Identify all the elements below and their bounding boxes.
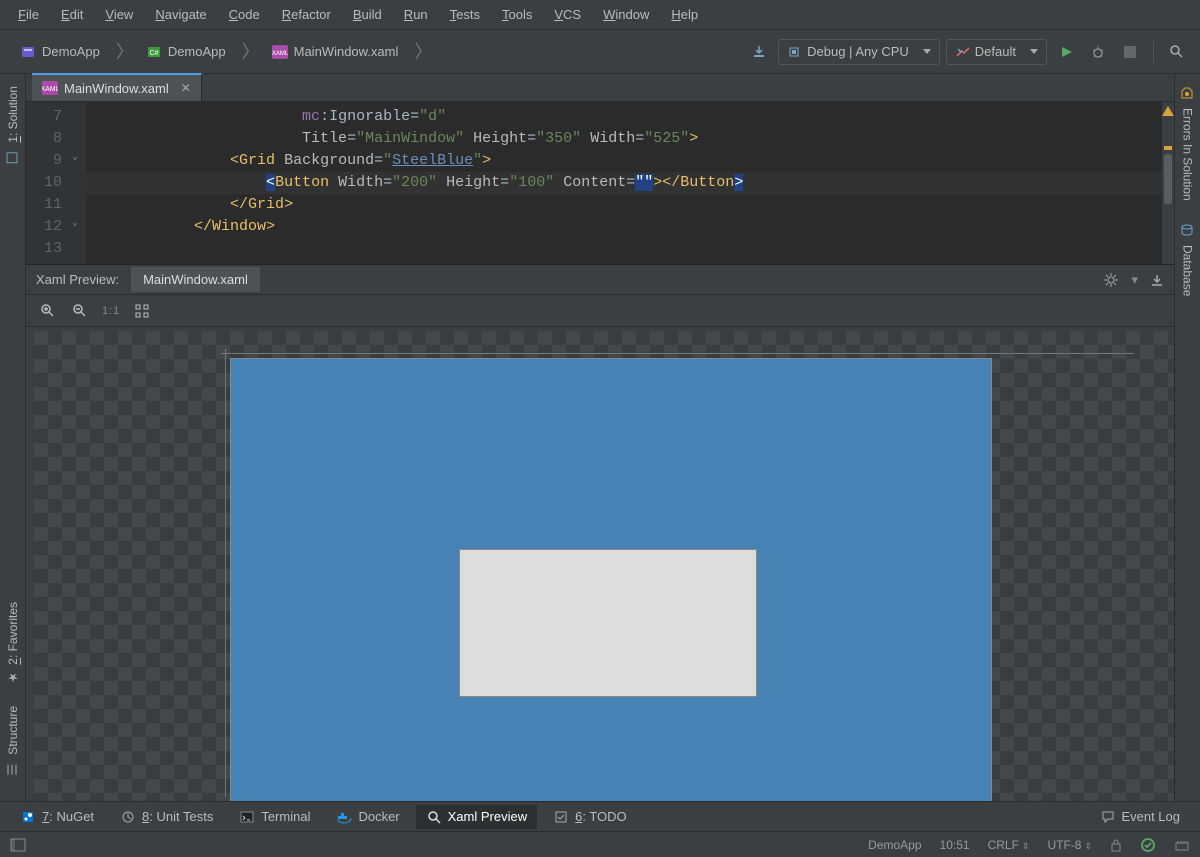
toolbar: DemoApp〉C#DemoApp〉XAMLMainWindow.xaml〉 D… — [0, 30, 1200, 74]
install-icon[interactable] — [746, 39, 772, 65]
designer-grid[interactable] — [231, 359, 991, 801]
bottom-tool-bar: 7: NuGet8: Unit TestsTerminalDocker Xaml … — [0, 801, 1200, 831]
search-everywhere-button[interactable] — [1164, 39, 1190, 65]
breadcrumb-item[interactable]: C#DemoApp — [136, 40, 240, 64]
favorites-tool-tab[interactable]: ★ 2: Favorites — [6, 596, 20, 691]
menu-build[interactable]: Build — [343, 3, 392, 26]
left-tool-stripe: 1: Solution ★ 2: Favorites Structure — [0, 74, 26, 801]
menu-tools[interactable]: Tools — [492, 3, 542, 26]
run-config-dropdown[interactable]: Debug | Any CPU — [778, 39, 940, 65]
menu-code[interactable]: Code — [219, 3, 270, 26]
menu-bar: FileEditViewNavigateCodeRefactorBuildRun… — [0, 0, 1200, 30]
bottom-tab-6-todo[interactable]: 6: TODO — [543, 805, 637, 829]
gutter: 78910111213⌄⌄ — [26, 102, 86, 264]
preview-pane-title: Xaml Preview: — [36, 272, 119, 287]
menu-run[interactable]: Run — [394, 3, 438, 26]
editor-tab-bar: XAML MainWindow.xaml ✕ — [26, 74, 1174, 102]
preview-toolbar: 1:1 — [26, 295, 1174, 327]
run-target-dropdown[interactable]: Default — [946, 39, 1047, 65]
menu-help[interactable]: Help — [661, 3, 708, 26]
nuget-icon — [20, 809, 36, 825]
errors-tool-tab[interactable]: Errors In Solution — [1180, 80, 1196, 207]
scrollbar-thumb[interactable] — [1164, 154, 1172, 204]
inspection-ok-icon[interactable] — [1140, 837, 1156, 853]
todo-icon — [553, 809, 569, 825]
chevron-right-icon: 〉 — [240, 38, 262, 64]
designer-button[interactable] — [459, 549, 757, 697]
preview-pane-tab[interactable]: MainWindow.xaml — [131, 267, 260, 292]
zoom-in-button[interactable] — [38, 301, 58, 321]
database-tool-tab[interactable]: Database — [1180, 217, 1196, 302]
bottom-tab-8-unit-tests[interactable]: 8: Unit Tests — [110, 805, 223, 829]
run-config-label: Debug | Any CPU — [807, 44, 909, 59]
structure-tool-tab[interactable]: Structure — [5, 700, 21, 783]
inspection-stripe[interactable] — [1162, 102, 1174, 264]
bottom-tab-xaml-preview[interactable]: Xaml Preview — [416, 805, 537, 829]
bottom-tab-terminal[interactable]: Terminal — [229, 805, 320, 829]
solution-tool-tab[interactable]: 1: Solution — [5, 80, 21, 171]
breadcrumb: DemoApp〉C#DemoApp〉XAMLMainWindow.xaml〉 — [10, 39, 434, 65]
zoom-out-button[interactable] — [70, 301, 90, 321]
run-button[interactable] — [1053, 39, 1079, 65]
svg-text:C#: C# — [149, 50, 158, 57]
code-editor[interactable]: 78910111213⌄⌄ mc:Ignorable="d" Title="Ma… — [26, 102, 1174, 265]
bottom-tab-7-nuget[interactable]: 7: NuGet — [10, 805, 104, 829]
code-lines[interactable]: mc:Ignorable="d" Title="MainWindow" Heig… — [86, 102, 1162, 264]
memory-indicator-icon[interactable] — [1174, 838, 1190, 852]
warning-icon[interactable] — [1162, 106, 1174, 116]
breadcrumb-item[interactable]: DemoApp — [10, 40, 114, 64]
download-icon[interactable] — [1150, 273, 1164, 287]
svg-text:XAML: XAML — [42, 86, 58, 93]
chevron-down-icon — [1030, 49, 1038, 54]
menu-vcs[interactable]: VCS — [544, 3, 591, 26]
gear-icon[interactable] — [1103, 272, 1119, 288]
menu-tests[interactable]: Tests — [440, 3, 490, 26]
stop-button[interactable] — [1117, 39, 1143, 65]
breadcrumb-item[interactable]: XAMLMainWindow.xaml — [262, 40, 413, 64]
editor-tab-label: MainWindow.xaml — [64, 81, 169, 96]
zoom-level-label: 1:1 — [102, 305, 120, 317]
chevron-down-icon — [923, 49, 931, 54]
status-line-ending[interactable]: CRLF⇕ — [988, 838, 1030, 852]
status-project[interactable]: DemoApp — [868, 838, 921, 852]
xaml-icon: XAML — [272, 44, 288, 60]
run-target-label: Default — [975, 44, 1016, 59]
svg-text:XAML: XAML — [272, 51, 288, 57]
debug-button[interactable] — [1085, 39, 1111, 65]
preview-pane-header: Xaml Preview: MainWindow.xaml ▾ — [26, 265, 1174, 295]
fold-icon[interactable]: ⌄ — [68, 216, 82, 230]
speech-bubble-icon — [1101, 810, 1115, 824]
preview-icon — [426, 809, 442, 825]
chevron-right-icon: 〉 — [114, 38, 136, 64]
status-bar: DemoApp 10:51 CRLF⇕ UTF-8⇕ — [0, 831, 1200, 857]
warning-marker[interactable] — [1164, 146, 1172, 150]
status-caret[interactable]: 10:51 — [940, 838, 970, 852]
bottom-tab-docker[interactable]: Docker — [326, 805, 409, 829]
solution-icon — [20, 44, 36, 60]
csproj-icon: C# — [146, 44, 162, 60]
fit-to-screen-button[interactable] — [132, 301, 152, 321]
terminal-icon — [239, 809, 255, 825]
menu-refactor[interactable]: Refactor — [272, 3, 341, 26]
lock-icon[interactable] — [1110, 838, 1122, 852]
menu-edit[interactable]: Edit — [51, 3, 93, 26]
tool-windows-icon[interactable] — [10, 838, 26, 852]
menu-window[interactable]: Window — [593, 3, 659, 26]
menu-navigate[interactable]: Navigate — [145, 3, 216, 26]
unittest-icon — [120, 809, 136, 825]
xaml-icon: XAML — [42, 80, 58, 96]
chevron-right-icon: 〉 — [412, 38, 434, 64]
editor-tab-mainwindow[interactable]: XAML MainWindow.xaml ✕ — [32, 73, 202, 101]
fold-icon[interactable]: ⌄ — [68, 150, 82, 164]
menu-view[interactable]: View — [95, 3, 143, 26]
right-tool-stripe: Errors In Solution Database — [1174, 74, 1200, 801]
status-encoding[interactable]: UTF-8⇕ — [1047, 838, 1092, 852]
close-icon[interactable]: ✕ — [181, 81, 191, 95]
preview-canvas[interactable] — [26, 327, 1174, 801]
docker-icon — [336, 809, 352, 825]
event-log-tab[interactable]: Event Log — [1091, 805, 1190, 828]
menu-file[interactable]: File — [8, 3, 49, 26]
